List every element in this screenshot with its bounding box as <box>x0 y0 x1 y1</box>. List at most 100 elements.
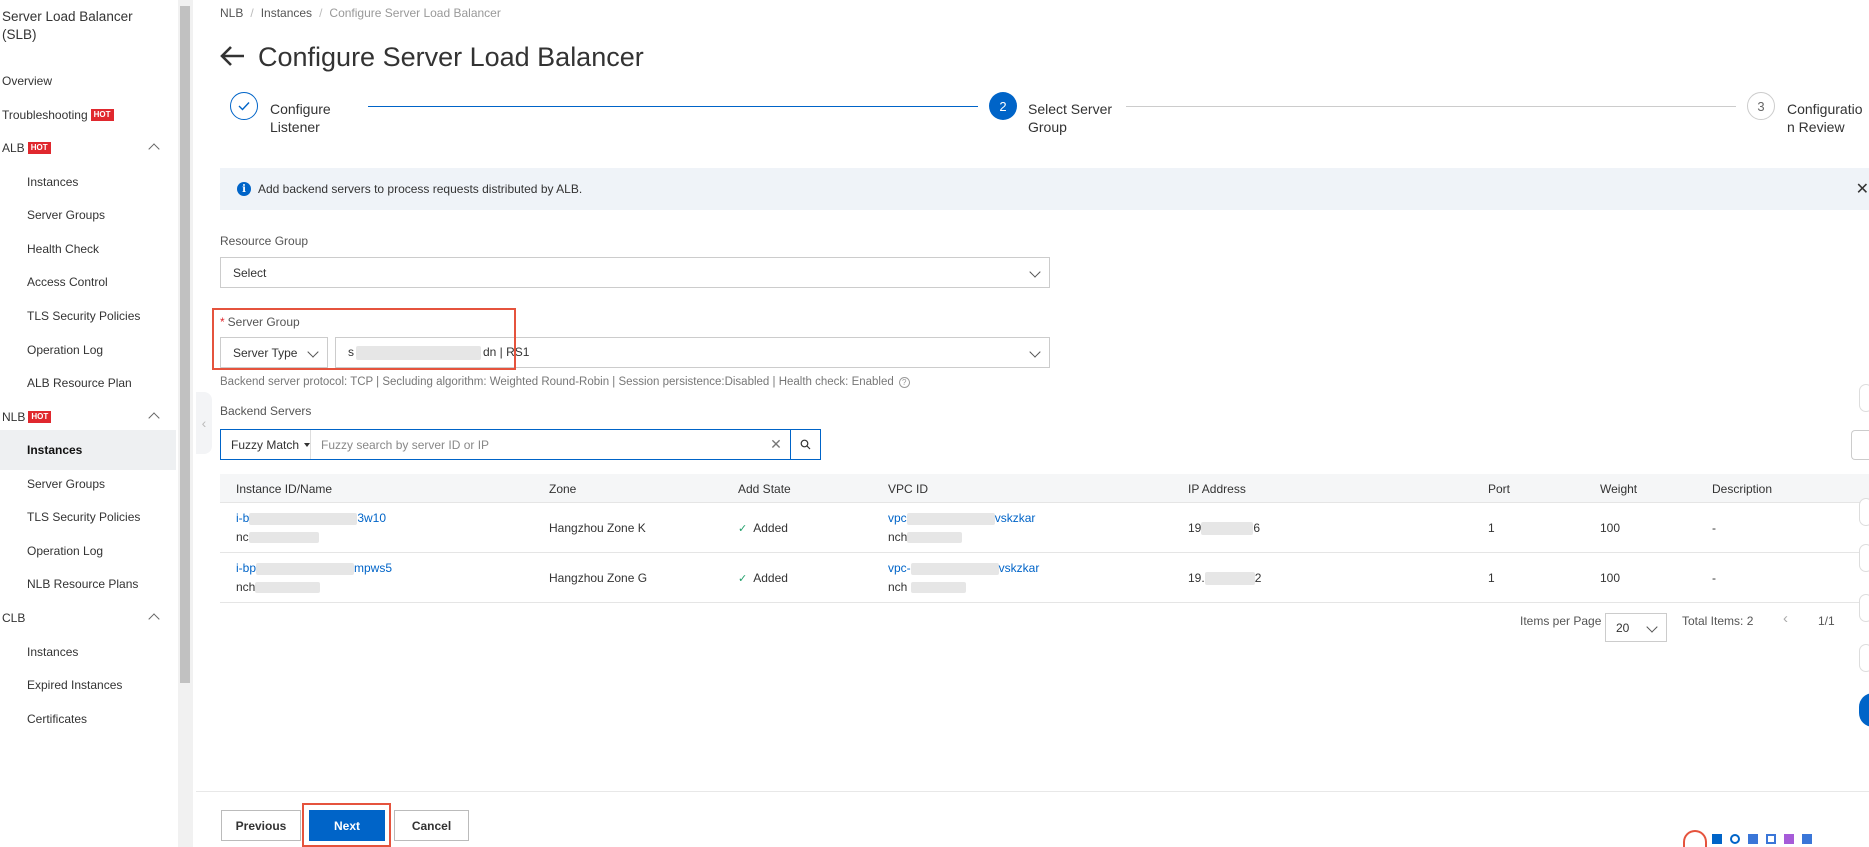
sidebar-item-label: Health Check <box>27 242 100 256</box>
refresh-button[interactable] <box>1851 430 1869 460</box>
hot-badge: HOT <box>27 142 51 154</box>
breadcrumb-nlb[interactable]: NLB <box>220 6 243 20</box>
description-cell: - <box>1712 571 1716 585</box>
sidebar-item-label: NLB <box>2 410 26 424</box>
sidebar-item-label: ALB <box>2 141 25 155</box>
floating-tool-button[interactable] <box>1859 544 1869 572</box>
breadcrumb-current: Configure Server Load Balancer <box>329 6 501 20</box>
sidebar-item-label: Overview <box>2 74 53 88</box>
floating-tool-button[interactable] <box>1859 644 1869 672</box>
info-text: Add backend servers to process requests … <box>258 182 583 196</box>
chevron-down-icon <box>1029 266 1041 278</box>
sidebar-item-label: Operation Log <box>27 544 104 558</box>
step-connector <box>368 106 978 107</box>
port-cell: 1 <box>1488 571 1495 585</box>
breadcrumb-separator: / <box>250 6 254 20</box>
instance-id-link[interactable]: i-b 3w10 <box>236 511 386 525</box>
check-icon: ✓ <box>738 523 748 535</box>
chevron-down-icon <box>1029 346 1041 358</box>
search-input[interactable] <box>311 430 762 459</box>
sidebar-item-label: ALB Resource Plan <box>27 376 132 390</box>
zone-cell: Hangzhou Zone K <box>549 521 646 535</box>
chevron-up-icon <box>148 412 160 424</box>
search-mode-select[interactable]: Fuzzy Match <box>221 430 311 459</box>
close-icon[interactable]: ✕ <box>1856 179 1869 199</box>
sidebar-item-label: Operation Log <box>27 343 104 357</box>
sidebar-item-label: Access Control <box>27 275 108 289</box>
column-header: Instance ID/Name <box>236 482 333 496</box>
floating-tool-button[interactable] <box>1859 384 1869 412</box>
sidebar-item-label: Server Groups <box>27 477 106 491</box>
ime-skin-icon[interactable] <box>1784 834 1794 844</box>
instance-name: nc <box>236 530 319 544</box>
sidebar-item-label: Server Groups <box>27 208 106 222</box>
back-arrow-icon[interactable] <box>220 43 246 73</box>
backend-server-search: Fuzzy Match ✕ <box>220 429 821 460</box>
sidebar-item-label: TLS Security Policies <box>27 309 141 323</box>
floating-tool-button[interactable] <box>1859 594 1869 622</box>
table-row: i-b 3w10 nc Hangzhou Zone K ✓ Added vpc vsk… <box>220 503 1869 553</box>
vpc-id-link[interactable]: vpc-vskzkar <box>888 561 1039 575</box>
instance-id-link[interactable]: i-bp mpws5 <box>236 561 392 575</box>
highlight-frame-server-group <box>212 308 516 370</box>
step-2-label: Select Server Group <box>1028 101 1113 135</box>
clear-icon[interactable]: ✕ <box>762 430 790 459</box>
table-header: Instance ID/Name Zone Add State VPC ID I… <box>220 474 1869 503</box>
column-header: Zone <box>549 482 577 496</box>
sidebar-item-label: Expired Instances <box>27 678 123 692</box>
backend-servers-label: Backend Servers <box>220 404 312 418</box>
sidebar-title: Server Load Balancer (SLB) <box>2 9 133 42</box>
items-per-page-label: Items per Page <box>1520 614 1602 628</box>
table-row: i-bp mpws5 nch Hangzhou Zone G ✓ Added vpc… <box>220 553 1869 603</box>
sidebar: Server Load Balancer (SLB) Overview Trou… <box>0 0 178 847</box>
page-title: Configure Server Load Balancer <box>258 42 644 72</box>
page-size-select[interactable]: 20 <box>1605 613 1667 642</box>
ime-tool-icon[interactable] <box>1730 834 1740 844</box>
page-indicator: 1/1 <box>1818 614 1835 628</box>
help-icon[interactable]: ? <box>898 377 910 388</box>
sidebar-scrollbar-thumb[interactable] <box>180 6 190 683</box>
keyboard-icon[interactable] <box>1766 834 1776 844</box>
weight-cell: 100 <box>1600 571 1621 585</box>
collapse-sidebar-handle[interactable]: ‹ <box>196 392 212 454</box>
resource-group-value: Select <box>233 265 267 280</box>
column-header: IP Address <box>1188 482 1246 496</box>
column-header: VPC ID <box>888 482 929 496</box>
sidebar-item-label: CLB <box>2 611 26 625</box>
chevron-up-icon <box>148 143 160 155</box>
sidebar-item-label: Certificates <box>27 712 88 726</box>
prev-page-icon[interactable]: ‹ <box>1783 610 1788 627</box>
vpc-id-link[interactable]: vpc vskzkar <box>888 511 1035 525</box>
breadcrumb-separator: / <box>319 6 323 20</box>
sidebar-item-label: Instances <box>27 645 79 659</box>
search-icon <box>800 439 811 450</box>
step-3-label: Configuratio n Review <box>1787 101 1863 135</box>
description-cell: - <box>1712 521 1716 535</box>
ime-toolbar <box>1712 834 1869 847</box>
ime-logo-icon[interactable] <box>1683 830 1707 847</box>
sidebar-item-label: Instances <box>27 443 83 457</box>
sidebar-item-label: TLS Security Policies <box>27 510 141 524</box>
info-banner: i Add backend servers to process request… <box>220 168 1869 210</box>
check-icon: ✓ <box>738 573 748 585</box>
sidebar-item-certificates[interactable]: Certificates <box>0 699 176 739</box>
ime-tool-icon[interactable] <box>1712 834 1722 844</box>
search-button[interactable] <box>790 430 820 459</box>
previous-button[interactable]: Previous <box>221 810 301 841</box>
hot-badge: HOT <box>28 411 52 423</box>
column-header: Add State <box>738 482 791 496</box>
cancel-button[interactable]: Cancel <box>394 810 469 841</box>
ip-address-cell: 19 6 <box>1188 521 1261 536</box>
main-content: NLB / Instances / Configure Server Load Bala… <box>212 0 1869 847</box>
column-header: Description <box>1712 482 1773 496</box>
port-cell: 1 <box>1488 521 1495 535</box>
sidebar-item-label: Troubleshooting <box>2 108 88 122</box>
resource-group-select[interactable]: Select <box>220 257 1050 288</box>
breadcrumb-instances[interactable]: Instances <box>261 6 312 20</box>
backend-servers-table: Instance ID/Name Zone Add State VPC ID I… <box>220 474 1869 603</box>
ime-grid-icon[interactable] <box>1802 834 1812 844</box>
step-1-check-icon <box>230 92 258 120</box>
microphone-icon[interactable] <box>1748 834 1758 844</box>
floating-tool-button[interactable] <box>1859 498 1869 526</box>
info-icon: i <box>237 182 251 196</box>
